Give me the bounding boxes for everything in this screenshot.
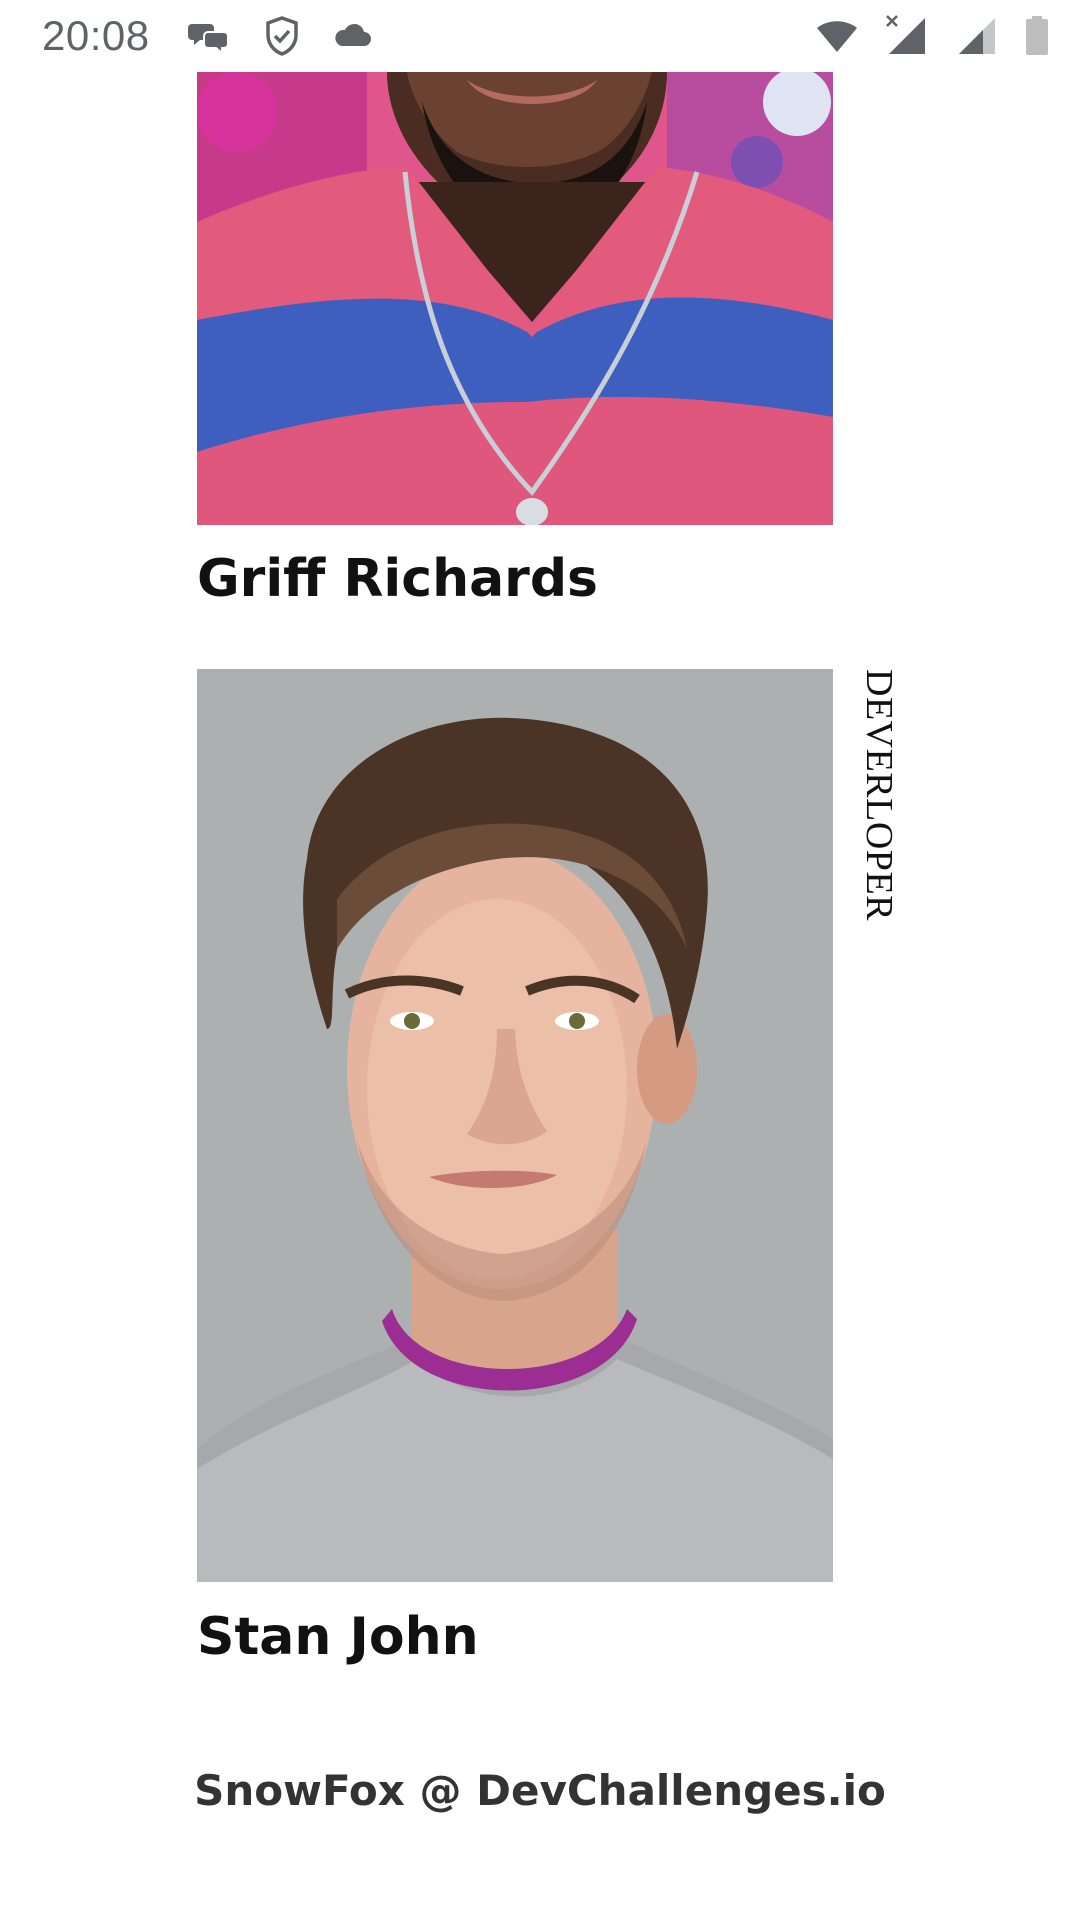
shield-check-icon [260, 14, 304, 58]
cell-signal-icon [955, 14, 999, 58]
footer-credit: SnowFox @ DevChallenges.io [194, 1766, 886, 1815]
battery-icon [1023, 14, 1051, 58]
wifi-icon [815, 14, 859, 58]
messaging-icon [188, 14, 232, 58]
cloud-icon [330, 14, 374, 58]
mobile-signal-off-icon [885, 14, 929, 58]
member-photo [197, 72, 833, 525]
member-role: DEVERLOPER [858, 669, 900, 921]
status-bar: 20:08 [0, 0, 1080, 72]
status-time: 20:08 [42, 12, 150, 59]
member-name: Stan John [197, 1607, 479, 1667]
member-photo [197, 669, 833, 1582]
member-name: Griff Richards [197, 549, 598, 609]
